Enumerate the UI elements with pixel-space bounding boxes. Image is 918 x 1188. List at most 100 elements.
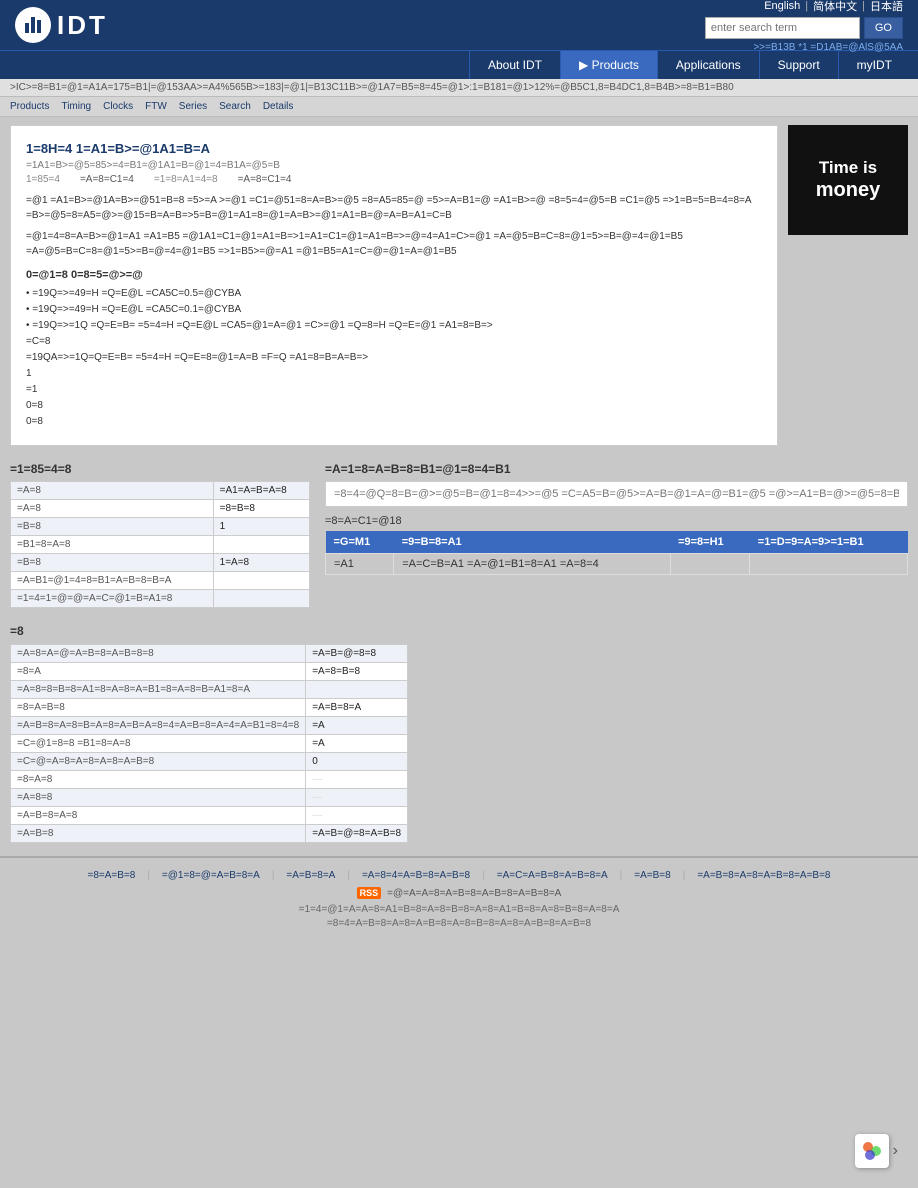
header-right: English | 简体中文 | 日本語 GO >>=B13B *1 =D1AB… [705,0,903,53]
content-box: 1=8H=4 1=A1=B>=@1A1=B=A =1A1=B>=@5=85>=4… [10,125,778,446]
nav-item-support[interactable]: Support [759,51,838,79]
footer-links: =8=A=B=8 | =@1=8=@=A=B=8=A | =A=B=8=A | … [20,870,898,881]
rev-label: =1=8=A1=4=8 [154,174,218,185]
table-row: =A=8 =8=B=8 [11,500,310,518]
bspec-label: =8=A=8 [11,771,306,789]
bspec-value: — [306,789,408,807]
row-col3 [670,554,750,575]
footer-link-5[interactable]: =A=C=A=B=8=A=B=8=A [497,870,608,881]
footer-link-4[interactable]: =A=8=4=A=B=8=A=B=8 [362,870,470,881]
footer-link-7[interactable]: =A=B=8=A=8=A=B=8=A=B=8 [697,870,830,881]
table-row: =C=@=A=8=A=8=A=8=A=B=8 0 [11,753,408,771]
bspec-value: — [306,807,408,825]
features-title: 0=@1=8 0=8=5=@>=@ [26,269,762,281]
table-row: =A=8=8 — [11,789,408,807]
subnav-item-1[interactable]: Products [10,101,49,112]
yoomark-button[interactable] [855,1134,889,1168]
part-search-input[interactable] [325,481,908,507]
bspec-value: — [306,771,408,789]
table-row: =A=8=8=B=8=A1=8=A=8=A=B1=8=A=8=B=A1=8=A [11,681,408,699]
footer-copyright: =1=4=@1=A=A=8=A1=B=8=A=8=B=8=A=8=A1=B=8=… [20,904,898,915]
footer-sep: | [347,870,350,881]
subnav-item-5[interactable]: Series [179,101,207,112]
spec-value [213,590,309,608]
bspec-label: =A=B=8=A=8=B=A=8=A=B=A=8=4=A=B=8=A=4=A=B… [11,717,306,735]
nav-item-products[interactable]: ▶ Products [560,51,657,79]
footer-link-3[interactable]: =A=B=8=A [286,870,335,881]
bspec-value: =A=B=8=A [306,699,408,717]
subnav-item-7[interactable]: Details [263,101,294,112]
table-row: =B=8 1=A=8 [11,554,310,572]
table-row: =B=8 1 [11,518,310,536]
col-header-4: =1=D=9=A=9>=1=B1 [750,531,908,554]
footer-sep: | [620,870,623,881]
nav-item-applications[interactable]: Applications [657,51,759,79]
table-row: =1=4=1=@=@=A=C=@1=B=A1=8 [11,590,310,608]
bspec-label: =8=A [11,663,306,681]
col-header-2: =9=B=8=A1 [394,531,670,554]
lang-english[interactable]: English [764,0,800,12]
subnav-item-3[interactable]: Clocks [103,101,133,112]
rss-icon[interactable]: RSS [357,887,382,899]
table-row: =8=A=B=8 =A=B=8=A [11,699,408,717]
bottom-title: =8 [10,624,908,638]
spec-value: 1=A=8 [213,554,309,572]
bspec-label: =A=B=8 [11,825,306,843]
results-label: =8=A=C1=@18 [325,515,908,527]
search-input[interactable] [705,17,860,39]
nav-item-about[interactable]: About IDT [469,51,560,79]
main-area: 1=8H=4 1=A1=B>=@1A1=B=A =1A1=B>=@5=85>=4… [0,117,918,454]
specs-section: =1=85=4=8 =A=8 =A1=A=B=A=8 =A=8 =8=B=8 =… [10,462,310,608]
footer-link-1[interactable]: =8=A=B=8 [87,870,135,881]
footer-link-6[interactable]: =A=B=8 [634,870,670,881]
lang-bar: English | 简体中文 | 日本語 [764,0,903,14]
subnav-item-4[interactable]: FTW [145,101,167,112]
bspec-label: =A=8=8=B=8=A1=8=A=8=A=B1=8=A=8=B=A1=8=A [11,681,306,699]
yoomark-icon [860,1139,884,1163]
logo-icon [15,7,51,43]
bspec-value: =A=B=@=8=A=B=8 [306,825,408,843]
table-row: =A=B1=@1=4=8=B1=A=B=8=B=A [11,572,310,590]
spec-value: =8=B=8 [213,500,309,518]
bspec-value: =A=8=B=8 [306,663,408,681]
bspec-label: =A=B=8=A=8 [11,807,306,825]
spec-label: =B=8 [11,554,214,572]
feature-8: 0=8 [26,398,762,414]
logo-svg [23,15,43,35]
rss-label: =@=A=A=8=A=B=8=A=B=8=A=B=8=A [387,888,561,899]
bspec-value: =A [306,735,408,753]
go-button[interactable]: GO [864,17,903,39]
logo-text: IDT [57,10,108,41]
rev-value: =A=8=C1=4 [238,174,292,185]
subnav-item-2[interactable]: Timing [61,101,91,112]
feature-3: • =19Q=>=1Q =Q=E=B= =5=4=H =Q=E@L =CA5=@… [26,318,762,334]
bspec-label: =C=@=A=8=A=8=A=8=A=B=8 [11,753,306,771]
bottom-section: =8 =A=8=A=@=A=B=8=A=B=8=8 =A=B=@=8=8 =8=… [0,616,918,851]
logo-area: IDT [15,7,108,43]
bspec-label: =A=8=8 [11,789,306,807]
lang-chinese[interactable]: 简体中文 [813,0,857,14]
product-desc2: =@1=4=8=A=B>=@1=A1 =A1=B5 =@1A1=C1=@1=A1… [26,229,762,259]
footer: =8=A=B=8 | =@1=8=@=A=B=8=A | =A=B=8=A | … [0,856,918,941]
ad-line2: money [816,179,880,202]
table-row: =A=B=8 =A=B=@=8=A=B=8 [11,825,408,843]
results-header-row: =G=M1 =9=B=8=A1 =9=8=H1 =1=D=9=A=9>=1=B1 [326,531,908,554]
specs-title: =1=85=4=8 [10,462,310,476]
header: IDT English | 简体中文 | 日本語 GO >>=B13B *1 =… [0,0,918,50]
footer-link-2[interactable]: =@1=8=@=A=B=8=A [162,870,260,881]
nav-item-myidt[interactable]: myIDT [838,51,910,79]
subnav-item-6[interactable]: Search [219,101,251,112]
col-header-1: =G=M1 [326,531,394,554]
bspec-value: =A [306,717,408,735]
part-search-title: =A=1=8=A=B=8=B1=@1=8=4=B1 [325,462,908,476]
feature-9: 0=8 [26,414,762,430]
mid-section: =1=85=4=8 =A=8 =A1=A=B=A=8 =A=8 =8=B=8 =… [0,454,918,616]
product-meta-row: 1=85=4 =A=8=C1=4 =1=8=A1=4=8 =A=8=C1=4 [26,174,762,185]
spec-label: =B1=8=A=8 [11,536,214,554]
nav-arrow-right[interactable]: › [893,1142,898,1160]
row-col2: =A=C=B=A1 =A=@1=B1=8=A1 =A=8=4 [394,554,670,575]
lang-japanese[interactable]: 日本語 [870,0,903,14]
footer-sep: | [147,870,150,881]
ad-banner[interactable]: Time is money [788,125,908,235]
breadcrumb: >IC>=8=B1=@1=A1A=175=B1|=@153AA>=A4%565B… [0,79,918,97]
